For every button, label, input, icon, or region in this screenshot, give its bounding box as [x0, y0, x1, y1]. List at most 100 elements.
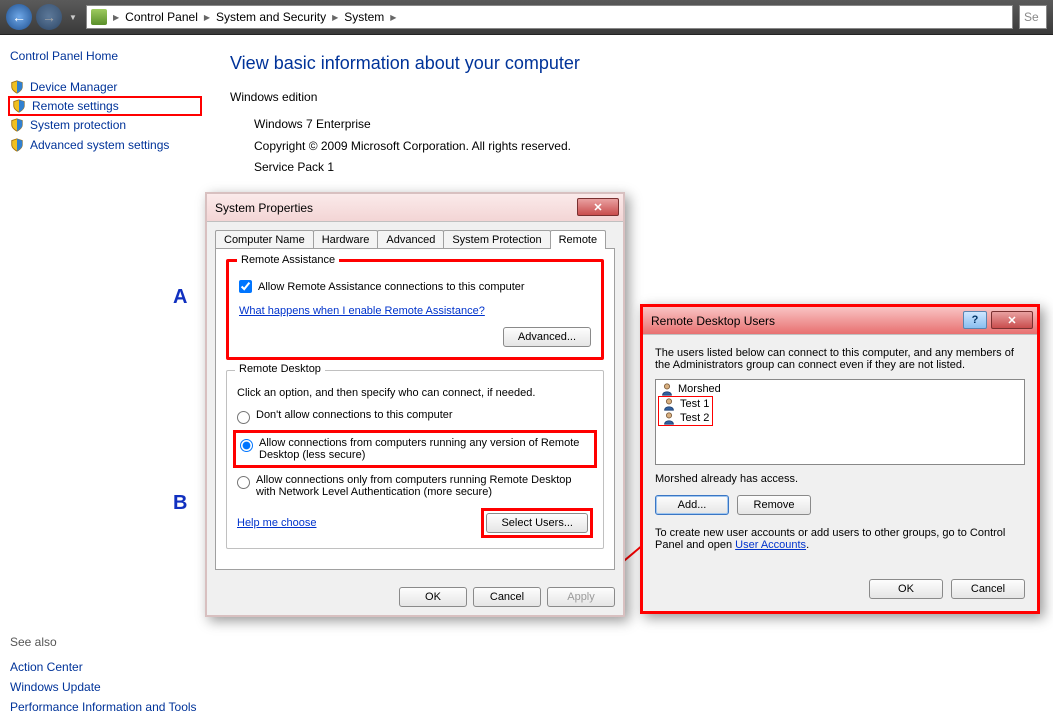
sidebar-home-link[interactable]: Control Panel Home — [10, 49, 200, 63]
radio-label: Don't allow connections to this computer — [256, 409, 453, 421]
servicepack-line: Service Pack 1 — [254, 157, 1033, 179]
dialog-titlebar[interactable]: System Properties ✕ — [207, 194, 623, 222]
ok-button[interactable]: OK — [399, 587, 467, 607]
search-placeholder: Se — [1024, 10, 1039, 24]
control-panel-icon — [91, 9, 107, 25]
search-box[interactable]: Se — [1019, 5, 1047, 29]
rd-option-any-version[interactable]: Allow connections from computers running… — [233, 430, 597, 468]
breadcrumb-segment[interactable]: System — [340, 10, 388, 24]
see-also-action-center[interactable]: Action Center — [10, 657, 210, 677]
path-sep: ▶ — [111, 13, 121, 22]
shield-icon — [12, 99, 26, 113]
user-accounts-link[interactable]: User Accounts — [735, 539, 806, 551]
back-button[interactable]: ← — [6, 4, 32, 30]
access-text: Morshed already has access. — [655, 473, 1025, 485]
forward-button[interactable]: → — [36, 4, 62, 30]
help-me-choose-link[interactable]: Help me choose — [237, 517, 317, 529]
radio-input[interactable] — [237, 411, 250, 424]
radio-input[interactable] — [237, 476, 250, 489]
sidebar-label: Device Manager — [30, 80, 117, 94]
path-sep: ▶ — [388, 13, 398, 22]
select-users-button[interactable]: Select Users... — [486, 513, 588, 533]
help-button[interactable]: ? — [963, 311, 987, 329]
remote-assistance-help-link[interactable]: What happens when I enable Remote Assist… — [239, 305, 485, 317]
system-properties-dialog: System Properties ✕ Computer Name Hardwa… — [205, 192, 625, 617]
sidebar-label: Advanced system settings — [30, 138, 169, 152]
sidebar-item-advanced-settings[interactable]: Advanced system settings — [10, 135, 200, 155]
footer-text-1: To create new user accounts or add users… — [655, 527, 1005, 551]
see-also-panel: See also Action Center Windows Update Pe… — [10, 635, 210, 717]
rdu-description: The users listed below can connect to th… — [655, 347, 1025, 371]
tab-computer-name[interactable]: Computer Name — [215, 230, 314, 249]
add-button[interactable]: Add... — [655, 495, 729, 515]
checkbox-label: Allow Remote Assistance connections to t… — [258, 281, 525, 293]
annotation-a: A — [173, 286, 187, 309]
shield-icon — [10, 118, 24, 132]
group-label: Remote Assistance — [237, 254, 339, 266]
footer-text: To create new user accounts or add users… — [655, 527, 1025, 551]
users-listbox[interactable]: Morshed Test 1 Test 2 — [655, 379, 1025, 465]
user-name: Test 2 — [680, 411, 709, 425]
sidebar-item-device-manager[interactable]: Device Manager — [10, 77, 200, 97]
rd-option-disallow[interactable]: Don't allow connections to this computer — [237, 409, 593, 424]
page-title: View basic information about your comput… — [230, 53, 1033, 74]
remove-button[interactable]: Remove — [737, 495, 811, 515]
advanced-button[interactable]: Advanced... — [503, 327, 591, 347]
tab-remote[interactable]: Remote — [550, 230, 607, 249]
user-icon — [662, 411, 676, 425]
tab-body: Remote Assistance Allow Remote Assistanc… — [215, 248, 615, 570]
see-also-performance-info[interactable]: Performance Information and Tools — [10, 697, 210, 717]
user-name: Morshed — [678, 382, 721, 396]
tab-system-protection[interactable]: System Protection — [443, 230, 550, 249]
radio-label: Allow connections from computers running… — [259, 437, 590, 461]
annotation-b: B — [173, 492, 187, 515]
user-list-item[interactable]: Morshed — [658, 382, 1022, 396]
copyright-line: Copyright © 2009 Microsoft Corporation. … — [254, 136, 1033, 158]
sidebar-label: System protection — [30, 118, 126, 132]
section-header: Windows edition — [230, 90, 1033, 104]
path-sep: ▶ — [330, 13, 340, 22]
dialog-body: The users listed below can connect to th… — [643, 335, 1037, 611]
user-name: Test 1 — [680, 397, 709, 411]
allow-remote-assistance-checkbox[interactable]: Allow Remote Assistance connections to t… — [239, 280, 591, 293]
nav-history-dropdown[interactable]: ▼ — [66, 13, 80, 22]
remote-desktop-group: Remote Desktop Click an option, and then… — [226, 370, 604, 549]
sidebar-item-system-protection[interactable]: System protection — [10, 115, 200, 135]
breadcrumb-segment[interactable]: System and Security — [212, 10, 330, 24]
sidebar: Control Panel Home Device Manager Remote… — [0, 35, 210, 727]
user-icon — [662, 397, 676, 411]
edition-line: Windows 7 Enterprise — [254, 114, 1033, 136]
shield-icon — [10, 80, 24, 94]
group-label: Remote Desktop — [235, 363, 325, 375]
radio-label: Allow connections only from computers ru… — [256, 474, 593, 498]
rd-desc: Click an option, and then specify who ca… — [237, 387, 593, 399]
close-button[interactable]: ✕ — [991, 311, 1033, 329]
dialog-titlebar[interactable]: Remote Desktop Users ? ✕ — [643, 307, 1037, 335]
user-list-item[interactable]: Test 1 — [660, 397, 711, 411]
cancel-button[interactable]: Cancel — [951, 579, 1025, 599]
address-bar[interactable]: ▶ Control Panel ▶ System and Security ▶ … — [86, 5, 1013, 29]
user-list-item[interactable]: Test 2 — [660, 411, 711, 425]
tab-hardware[interactable]: Hardware — [313, 230, 379, 249]
apply-button[interactable]: Apply — [547, 587, 615, 607]
user-icon — [660, 382, 674, 396]
remote-assistance-group: Remote Assistance Allow Remote Assistanc… — [226, 259, 604, 360]
tab-advanced[interactable]: Advanced — [377, 230, 444, 249]
sidebar-label: Remote settings — [32, 99, 119, 113]
cancel-button[interactable]: Cancel — [473, 587, 541, 607]
dialog-title: Remote Desktop Users — [651, 314, 775, 328]
rd-option-nla[interactable]: Allow connections only from computers ru… — [237, 474, 593, 498]
dialog-title: System Properties — [215, 201, 313, 215]
see-also-windows-update[interactable]: Windows Update — [10, 677, 210, 697]
breadcrumb-segment[interactable]: Control Panel — [121, 10, 202, 24]
checkbox-input[interactable] — [239, 280, 252, 293]
explorer-toolbar: ← → ▼ ▶ Control Panel ▶ System and Secur… — [0, 0, 1053, 35]
radio-input[interactable] — [240, 439, 253, 452]
path-sep: ▶ — [202, 13, 212, 22]
close-button[interactable]: ✕ — [577, 198, 619, 216]
remote-desktop-users-dialog: Remote Desktop Users ? ✕ The users liste… — [640, 304, 1040, 614]
sidebar-item-remote-settings[interactable]: Remote settings — [8, 96, 202, 116]
see-also-header: See also — [10, 635, 210, 649]
ok-button[interactable]: OK — [869, 579, 943, 599]
shield-icon — [10, 138, 24, 152]
